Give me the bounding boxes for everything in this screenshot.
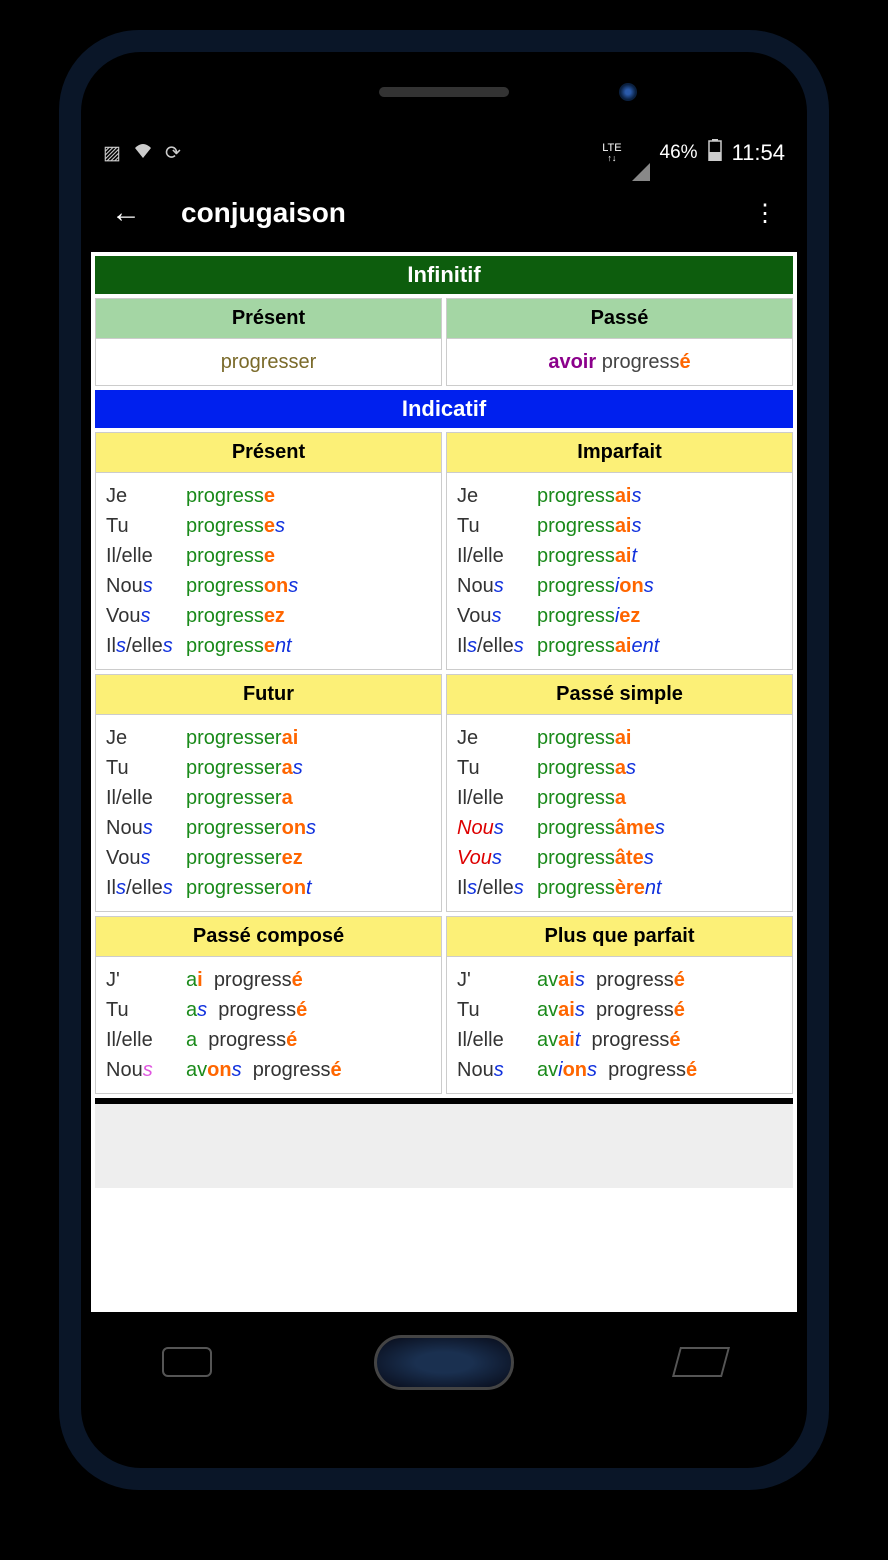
passe-simple-label: Passé simple bbox=[447, 675, 792, 715]
futur-block: Futur JeprogresseraiTuprogresserasIl/ell… bbox=[95, 674, 442, 912]
futur-label: Futur bbox=[96, 675, 441, 715]
conjugation-row: Tuprogressais bbox=[457, 511, 782, 541]
conjugation-row: Il/ellea progressé bbox=[106, 1025, 431, 1055]
conjugation-row: Vousprogressâtes bbox=[457, 843, 782, 873]
conjugation-row: J'avais progressé bbox=[457, 965, 782, 995]
recent-apps-button[interactable] bbox=[162, 1347, 212, 1377]
conjugation-row: Ils/ellesprogressaient bbox=[457, 631, 782, 661]
plus-que-parfait-body: J'avais progresséTuavais progresséIl/ell… bbox=[447, 957, 792, 1093]
conjugation-row: Vousprogresserez bbox=[106, 843, 431, 873]
conjugation-row: Nousprogressâmes bbox=[457, 813, 782, 843]
content-scroll[interactable]: Infinitif Présent progresser Passé avoir… bbox=[91, 252, 797, 1190]
present-label: Présent bbox=[96, 433, 441, 473]
app-title: conjugaison bbox=[181, 197, 753, 229]
status-bar: ▨ ⟳ LTE ↑↓ 46% 11:54 bbox=[91, 132, 797, 174]
conjugation-row: Il/elleprogresse bbox=[106, 541, 431, 571]
conjugation-row: Il/elleprogressait bbox=[457, 541, 782, 571]
conjugation-row: Jeprogresse bbox=[106, 481, 431, 511]
conjugation-row: Nousavons progressé bbox=[106, 1055, 431, 1085]
passe-compose-label: Passé composé bbox=[96, 917, 441, 957]
infinitif-passe-block: Passé avoir progressé bbox=[446, 298, 793, 386]
conjugation-row: Jeprogresserai bbox=[106, 723, 431, 753]
conjugation-row: Tuas progressé bbox=[106, 995, 431, 1025]
conjugation-row: Nousprogressions bbox=[457, 571, 782, 601]
conjugation-row: Vousprogressiez bbox=[457, 601, 782, 631]
menu-button[interactable]: ⋮ bbox=[753, 199, 777, 228]
conjugation-row: Tuprogressas bbox=[457, 753, 782, 783]
mood-header-infinitif: Infinitif bbox=[95, 256, 793, 294]
home-button[interactable] bbox=[374, 1335, 514, 1390]
conjugation-row: Il/elleprogressera bbox=[106, 783, 431, 813]
infinitif-present-label: Présent bbox=[96, 299, 441, 339]
passe-compose-block: Passé composé J'ai progresséTuas progres… bbox=[95, 916, 442, 1094]
sync-icon: ⟳ bbox=[165, 142, 181, 165]
conjugation-row: Vousprogressez bbox=[106, 601, 431, 631]
passe-simple-body: JeprogressaiTuprogressasIl/elleprogressa… bbox=[447, 715, 792, 911]
conjugation-row: Nousavions progressé bbox=[457, 1055, 782, 1085]
back-button[interactable]: ← bbox=[111, 196, 141, 230]
plus-que-parfait-label: Plus que parfait bbox=[447, 917, 792, 957]
passe-simple-block: Passé simple JeprogressaiTuprogressasIl/… bbox=[446, 674, 793, 912]
present-body: JeprogresseTuprogressesIl/elleprogresseN… bbox=[96, 473, 441, 669]
conjugation-row: Nousprogresserons bbox=[106, 813, 431, 843]
conjugation-row: Tuavais progressé bbox=[457, 995, 782, 1025]
infinitif-passe-value: avoir progressé bbox=[447, 339, 792, 385]
passe-compose-body: J'ai progresséTuas progresséIl/ellea pro… bbox=[96, 957, 441, 1093]
lte-indicator: LTE ↑↓ bbox=[602, 143, 621, 163]
phone-frame: ▨ ⟳ LTE ↑↓ 46% 11:54 bbox=[59, 30, 829, 1490]
infinitif-present-value: progresser bbox=[221, 351, 317, 373]
front-camera bbox=[619, 83, 637, 101]
futur-body: JeprogresseraiTuprogresserasIl/elleprogr… bbox=[96, 715, 441, 911]
image-icon: ▨ bbox=[103, 142, 121, 165]
conjugation-row: Ils/ellesprogressèrent bbox=[457, 873, 782, 903]
conjugation-row: Nousprogressons bbox=[106, 571, 431, 601]
infinitif-present-block: Présent progresser bbox=[95, 298, 442, 386]
conjugation-row: Il/elleprogressa bbox=[457, 783, 782, 813]
infinitif-passe-label: Passé bbox=[447, 299, 792, 339]
screen: ▨ ⟳ LTE ↑↓ 46% 11:54 bbox=[91, 132, 797, 1312]
conjugation-row: Tuprogresseras bbox=[106, 753, 431, 783]
back-hw-button[interactable] bbox=[672, 1347, 730, 1377]
battery-percent: 46% bbox=[660, 142, 698, 164]
phone-top-bezel bbox=[81, 52, 807, 132]
conjugation-row: J'ai progressé bbox=[106, 965, 431, 995]
plus-que-parfait-block: Plus que parfait J'avais progresséTuavai… bbox=[446, 916, 793, 1094]
phone-inner: ▨ ⟳ LTE ↑↓ 46% 11:54 bbox=[81, 52, 807, 1468]
imparfait-block: Imparfait JeprogressaisTuprogressaisIl/e… bbox=[446, 432, 793, 670]
battery-icon bbox=[708, 139, 722, 167]
mood-header-indicatif: Indicatif bbox=[95, 390, 793, 428]
conjugation-row: Jeprogressais bbox=[457, 481, 782, 511]
conjugation-row: Tuprogresses bbox=[106, 511, 431, 541]
signal-icon bbox=[632, 142, 650, 164]
imparfait-label: Imparfait bbox=[447, 433, 792, 473]
imparfait-body: JeprogressaisTuprogressaisIl/elleprogres… bbox=[447, 473, 792, 669]
clock: 11:54 bbox=[732, 140, 785, 166]
present-block: Présent JeprogresseTuprogressesIl/ellepr… bbox=[95, 432, 442, 670]
phone-bottom-bezel bbox=[81, 1312, 807, 1412]
speaker-grille bbox=[379, 87, 509, 97]
conjugation-row: Il/elleavait progressé bbox=[457, 1025, 782, 1055]
app-bar: ← conjugaison ⋮ bbox=[91, 174, 797, 252]
conjugation-row: Ils/ellesprogressent bbox=[106, 631, 431, 661]
conjugation-row: Ils/ellesprogresseront bbox=[106, 873, 431, 903]
wifi-icon bbox=[133, 142, 153, 164]
ad-space bbox=[95, 1098, 793, 1188]
conjugation-row: Jeprogressai bbox=[457, 723, 782, 753]
